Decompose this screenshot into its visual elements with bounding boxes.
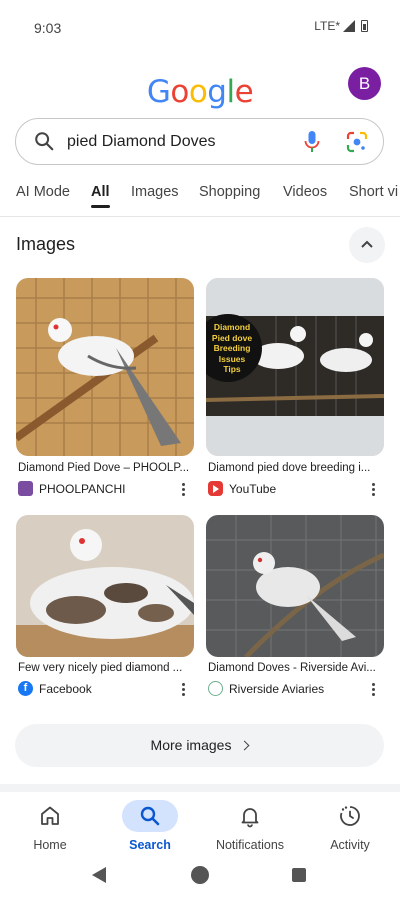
video-overlay-text: Diamond Pied dove Breeding Issues Tips: [209, 322, 255, 375]
source-name: Riverside Aviaries: [229, 681, 325, 696]
source-name: PHOOLPANCHI: [39, 481, 126, 496]
tab-shopping[interactable]: Shopping: [199, 184, 260, 200]
dove-photo: [206, 515, 384, 657]
image-result[interactable]: Diamond Doves - Riverside Avi... Riversi…: [206, 515, 384, 700]
back-icon[interactable]: [92, 867, 106, 883]
battery-icon: [361, 20, 368, 32]
chevron-right-icon: [240, 740, 250, 751]
image-result[interactable]: Diamond Pied dove Breeding Issues Tips D…: [206, 278, 384, 498]
image-result[interactable]: Few very nicely pied diamond ... f Faceb…: [16, 515, 194, 700]
collapse-button[interactable]: [349, 227, 385, 263]
facebook-icon: f: [18, 681, 33, 696]
dove-photo: [16, 278, 194, 456]
microphone-icon[interactable]: [302, 130, 322, 154]
source-name: Facebook: [39, 681, 92, 696]
bottom-navigation: Home Search Notifications Activity: [0, 792, 400, 862]
image-thumbnail[interactable]: [16, 278, 194, 456]
google-lens-icon[interactable]: [346, 131, 368, 153]
search-box[interactable]: pied Diamond Doves: [15, 118, 384, 165]
image-thumbnail[interactable]: [206, 515, 384, 657]
image-caption[interactable]: Diamond pied dove breeding i...: [208, 462, 382, 474]
dove-photo: [16, 515, 194, 657]
nav-notifications-label: Notifications: [215, 838, 285, 852]
riverside-aviaries-icon: [208, 681, 223, 696]
overlay-line: Tips: [223, 364, 241, 374]
more-options-icon[interactable]: [180, 483, 186, 499]
youtube-icon: [208, 481, 223, 496]
tab-all[interactable]: All: [91, 184, 110, 208]
network-type: LTE*: [314, 19, 340, 33]
nav-search[interactable]: Search: [100, 800, 200, 852]
more-images-label: More images: [150, 737, 232, 753]
tab-images[interactable]: Images: [131, 184, 179, 200]
tab-ai-mode[interactable]: AI Mode: [16, 184, 70, 200]
nav-search-label: Search: [129, 838, 171, 852]
image-caption[interactable]: Few very nicely pied diamond ...: [18, 662, 192, 674]
search-tabs: AI Mode All Images Shopping Videos Short…: [15, 184, 400, 214]
image-source[interactable]: PHOOLPANCHI: [18, 481, 125, 496]
nav-activity-label: Activity: [330, 838, 370, 852]
image-thumbnail[interactable]: [16, 515, 194, 657]
overlay-line: Breeding: [213, 343, 251, 353]
image-result[interactable]: Diamond Pied Dove – PHOOLP... PHOOLPANCH…: [16, 278, 194, 498]
activity-icon: [340, 806, 360, 826]
section-separator: [0, 784, 400, 792]
nav-activity[interactable]: Activity: [300, 800, 400, 852]
status-icons: LTE*: [314, 19, 368, 33]
google-logo: Google: [0, 74, 400, 110]
more-options-icon[interactable]: [370, 483, 376, 499]
images-section-title: Images: [16, 234, 76, 254]
image-thumbnail[interactable]: Diamond Pied dove Breeding Issues Tips: [206, 278, 384, 456]
tab-videos[interactable]: Videos: [283, 184, 327, 200]
chevron-up-icon[interactable]: [349, 227, 385, 263]
phoolpanchi-icon: [18, 481, 33, 496]
system-navigation: [0, 862, 400, 898]
tab-short-videos[interactable]: Short vi: [349, 184, 398, 200]
signal-icon: [343, 20, 355, 32]
logo-letter: o: [170, 74, 189, 110]
nav-home[interactable]: Home: [0, 800, 100, 852]
home-icon: [41, 806, 59, 825]
logo-letter: l: [226, 74, 235, 110]
logo-letter: G: [146, 74, 171, 110]
home-button-icon[interactable]: [191, 866, 209, 884]
recents-icon[interactable]: [292, 868, 306, 882]
tabs-divider: [0, 216, 400, 217]
source-name: YouTube: [229, 481, 277, 496]
bell-icon: [241, 808, 259, 828]
search-icon[interactable]: [33, 130, 55, 152]
logo-letter: e: [234, 74, 254, 110]
more-options-icon[interactable]: [180, 683, 186, 699]
status-bar: 9:03 LTE*: [0, 0, 400, 56]
image-source[interactable]: Riverside Aviaries: [208, 681, 324, 696]
nav-home-label: Home: [33, 838, 67, 852]
logo-letter: o: [188, 74, 208, 110]
image-caption[interactable]: Diamond Doves - Riverside Avi...: [208, 662, 382, 674]
account-avatar[interactable]: B: [348, 67, 381, 100]
overlay-line: Issues: [218, 353, 246, 364]
image-source[interactable]: YouTube: [208, 481, 276, 496]
nav-notifications[interactable]: Notifications: [200, 800, 300, 852]
search-query[interactable]: pied Diamond Doves: [67, 133, 216, 151]
overlay-line: Pied dove: [211, 332, 253, 343]
image-caption[interactable]: Diamond Pied Dove – PHOOLP...: [18, 462, 192, 474]
search-icon: [140, 806, 160, 826]
logo-letter: g: [207, 74, 227, 110]
status-time: 9:03: [34, 20, 62, 36]
overlay-line: Diamond: [213, 322, 251, 332]
more-images-button[interactable]: More images: [15, 724, 384, 767]
more-options-icon[interactable]: [370, 683, 376, 699]
image-source[interactable]: f Facebook: [18, 681, 92, 696]
